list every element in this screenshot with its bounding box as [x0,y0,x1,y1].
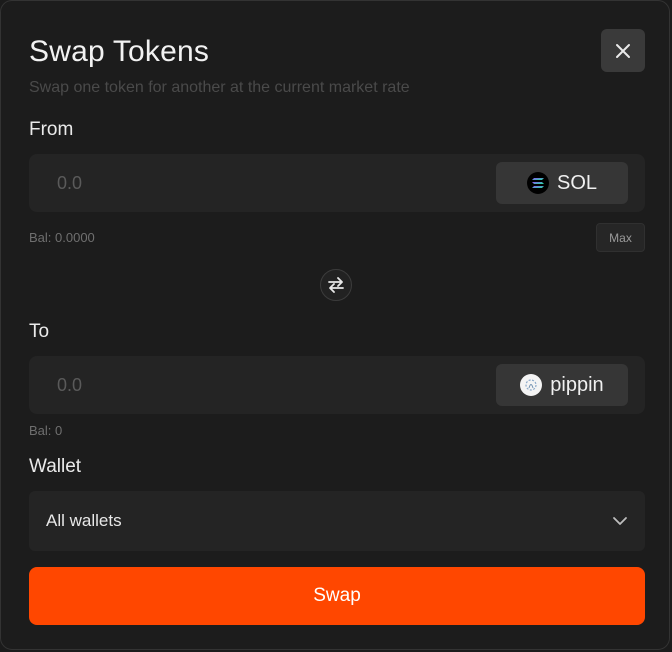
chevron-down-icon [613,517,627,525]
from-token-button[interactable]: SOL [496,162,628,204]
swap-tokens-dialog: Swap Tokens Swap one token for another a… [0,0,670,650]
from-amount-box: SOL [29,154,645,212]
wallet-selected-value: All wallets [46,511,122,530]
swap-direction-button[interactable] [320,269,352,301]
to-label: To [29,321,50,342]
dialog-title: Swap Tokens [29,35,210,68]
swap-button[interactable]: Swap [29,567,645,625]
from-amount-input[interactable] [47,154,487,212]
to-amount-input[interactable] [47,356,487,414]
wallet-select[interactable]: All wallets [29,491,645,551]
to-balance: Bal: 0 [29,423,63,438]
pippin-icon [520,374,543,396]
from-token-label: SOL [556,171,598,194]
close-icon [616,43,630,58]
to-token-button[interactable]: pippin [496,364,628,406]
max-button[interactable]: Max [596,223,645,252]
swap-arrows-icon [328,277,344,293]
solana-icon [526,172,549,194]
to-token-label: pippin [550,373,604,396]
from-label: From [29,119,74,140]
from-balance: Bal: 0.0000 [29,230,95,245]
wallet-label: Wallet [29,456,82,477]
dialog-subtitle: Swap one token for another at the curren… [29,79,410,96]
to-amount-box: pippin [29,356,645,414]
close-button[interactable] [601,29,645,72]
